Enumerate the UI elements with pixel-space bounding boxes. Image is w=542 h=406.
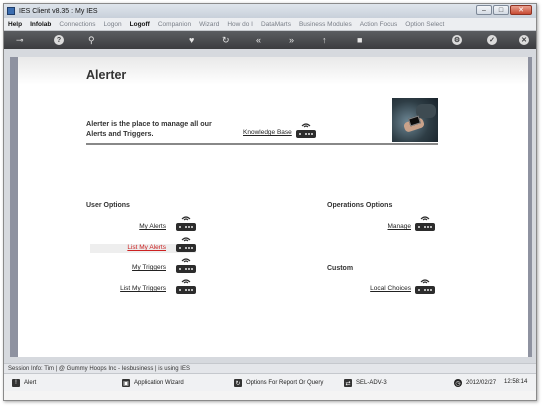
ok-icon[interactable]: ✓ — [487, 35, 497, 45]
signal-icon — [420, 279, 430, 284]
date-display: ◷ 2012/02/27 — [454, 379, 496, 387]
application-wizard-task[interactable]: ▣ Application Wizard — [122, 379, 184, 387]
report-icon: ↻ — [234, 379, 242, 387]
remote-icon[interactable] — [296, 122, 316, 139]
header-photo — [392, 98, 438, 142]
alert-task-label: Alert — [24, 380, 37, 386]
options-report-label: Options For Report Or Query — [246, 380, 324, 386]
remote-icon[interactable] — [176, 215, 196, 232]
menu-bar: Help Infolab Connections Logon Logoff Co… — [4, 18, 536, 31]
menu-datamarts[interactable]: DataMarts — [261, 21, 291, 28]
alert-icon: ! — [12, 379, 20, 387]
page-intro: Alerter is the place to manage all our A… — [86, 119, 212, 139]
app-icon — [7, 7, 15, 15]
menu-infolab[interactable]: Infolab — [30, 21, 51, 28]
signal-icon — [301, 123, 311, 128]
menu-logon[interactable]: Logon — [104, 21, 122, 28]
title-bar: IES Client v8.35 : My IES – □ ✕ — [4, 4, 536, 18]
remote-icon[interactable] — [176, 236, 196, 253]
session-status-bar: Session Info: Tim | @ Gummy Hoops Inc - … — [4, 363, 536, 373]
user-options-title: User Options — [86, 202, 130, 209]
settings-icon[interactable]: ⚙ — [452, 35, 462, 45]
menu-business-modules[interactable]: Business Modules — [299, 21, 352, 28]
forward-icon[interactable]: » — [289, 34, 294, 46]
back-icon[interactable]: « — [256, 34, 261, 46]
remote-icon[interactable] — [176, 278, 196, 295]
signal-icon — [181, 237, 191, 242]
remote-icon[interactable] — [176, 257, 196, 274]
date-label: 2012/02/27 — [466, 380, 497, 386]
menu-wizard[interactable]: Wizard — [199, 21, 219, 28]
menu-how-do-i[interactable]: How do I — [227, 21, 253, 28]
wizard-icon: ▣ — [122, 379, 130, 387]
minimize-button[interactable]: – — [476, 5, 492, 15]
local-choices-link[interactable]: Local Choices — [370, 285, 411, 292]
favorite-icon[interactable]: ♥ — [189, 34, 194, 46]
toolbar: ⊸ ? ⚲ ♥ ↻ « » ↑ ■ ⚙ ✓ ✕ — [4, 31, 536, 49]
session-info: Session Info: Tim | @ Gummy Hoops Inc - … — [8, 365, 190, 372]
menu-connections[interactable]: Connections — [59, 21, 95, 28]
header-divider — [86, 143, 438, 145]
app-window: IES Client v8.35 : My IES – □ ✕ Help Inf… — [3, 3, 537, 401]
help-icon[interactable]: ? — [54, 35, 64, 45]
server-label: SEL-ADV-3 — [356, 380, 387, 386]
signal-icon — [181, 279, 191, 284]
window-bottom-edge — [4, 391, 536, 400]
refresh-icon[interactable]: ↻ — [222, 34, 230, 46]
alerter-page: Alerter Alerter is the place to manage a… — [18, 57, 528, 357]
remote-icon[interactable] — [415, 215, 435, 232]
knowledge-base-link[interactable]: Knowledge Base — [243, 129, 292, 136]
clock-icon: ◷ — [454, 379, 462, 387]
key-icon[interactable]: ⊸ — [16, 34, 24, 46]
time-label: 12:58:14 — [504, 379, 528, 385]
workspace: Alerter Alerter is the place to manage a… — [4, 49, 536, 363]
signal-icon — [181, 258, 191, 263]
left-side-panel — [10, 57, 18, 357]
server-task[interactable]: ⇄ SEL-ADV-3 — [344, 379, 387, 387]
list-my-triggers-link[interactable]: List My Triggers — [120, 285, 166, 292]
operations-options-title: Operations Options — [327, 202, 393, 209]
page-title: Alerter — [86, 68, 127, 82]
my-triggers-link[interactable]: My Triggers — [132, 264, 166, 271]
time-display: 12:58:14 — [504, 379, 527, 385]
close-icon[interactable]: ✕ — [519, 35, 529, 45]
maximize-button[interactable]: □ — [493, 5, 509, 15]
upload-icon[interactable]: ↑ — [322, 34, 327, 46]
alert-task[interactable]: ! Alert — [12, 379, 36, 387]
server-icon: ⇄ — [344, 379, 352, 387]
search-icon[interactable]: ⚲ — [88, 34, 95, 46]
menu-logoff[interactable]: Logoff — [130, 21, 150, 28]
signal-icon — [181, 216, 191, 221]
my-alerts-link[interactable]: My Alerts — [139, 223, 166, 230]
signal-icon — [420, 216, 430, 221]
list-my-alerts-link[interactable]: List My Alerts — [127, 244, 166, 251]
menu-action-focus[interactable]: Action Focus — [360, 21, 398, 28]
taskbar: ! Alert ▣ Application Wizard ↻ Options F… — [4, 373, 536, 393]
stop-icon[interactable]: ■ — [357, 34, 362, 46]
remote-icon[interactable] — [415, 278, 435, 295]
custom-title: Custom — [327, 265, 354, 272]
close-window-button[interactable]: ✕ — [510, 5, 532, 15]
window-title: IES Client v8.35 : My IES — [19, 7, 98, 15]
options-report-task[interactable]: ↻ Options For Report Or Query — [234, 379, 323, 387]
manage-link[interactable]: Manage — [388, 223, 412, 230]
menu-companion[interactable]: Companion — [158, 21, 191, 28]
menu-option-select[interactable]: Option Select — [405, 21, 444, 28]
application-wizard-label: Application Wizard — [134, 380, 184, 386]
menu-help[interactable]: Help — [8, 21, 22, 28]
